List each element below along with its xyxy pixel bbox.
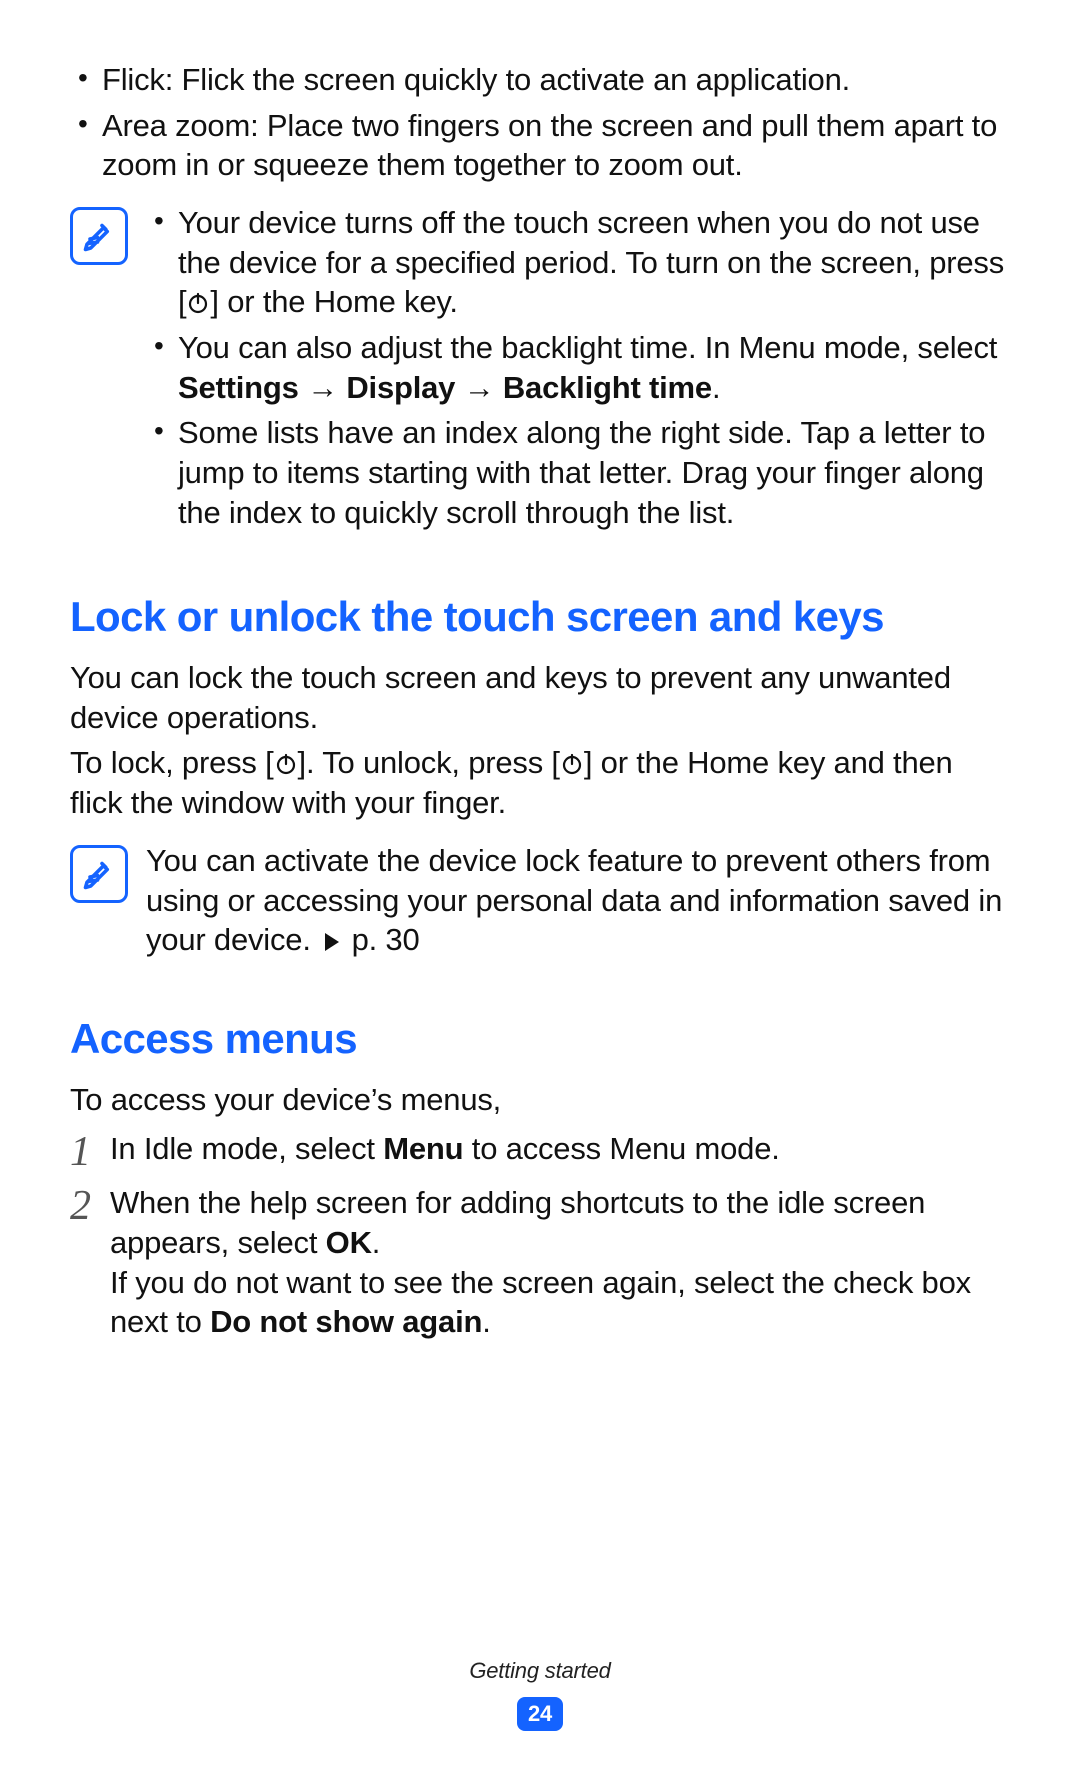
triangle-right-icon (325, 933, 339, 951)
power-icon (274, 752, 298, 776)
note-block: You can activate the device lock feature… (70, 841, 1010, 960)
lock-paragraph: You can lock the touch screen and keys t… (70, 658, 1010, 737)
note-bullet: Some lists have an index along the right… (178, 413, 1010, 532)
note-text: ] or the Home key. (210, 284, 457, 319)
settings-label: Settings (178, 370, 299, 405)
note-text: You can activate the device lock feature… (146, 841, 1010, 960)
step-body: When the help screen for adding shortcut… (110, 1183, 1010, 1342)
step-text: . (372, 1225, 380, 1260)
step-text: . (482, 1304, 490, 1339)
intro-bullet: Flick: Flick the screen quickly to activ… (102, 60, 1010, 100)
step-text: In Idle mode, select (110, 1131, 383, 1166)
access-intro: To access your device’s menus, (70, 1080, 1010, 1120)
note-bullet: Your device turns off the touch screen w… (178, 203, 1010, 322)
page-footer: Getting started 24 (0, 1657, 1080, 1731)
lock-text: To lock, press [ (70, 745, 274, 780)
intro-bullet-list: Flick: Flick the screen quickly to activ… (70, 60, 1010, 185)
note-bullet: You can also adjust the backlight time. … (178, 328, 1010, 407)
ok-label: OK (326, 1225, 372, 1260)
access-heading: Access menus (70, 1012, 1010, 1066)
backlight-label: Backlight time (503, 370, 712, 405)
page-number-badge: 24 (517, 1697, 563, 1731)
page-ref: p. 30 (343, 922, 419, 957)
note-text: You can also adjust the backlight time. … (178, 330, 997, 365)
steps-list: 1 In Idle mode, select Menu to access Me… (70, 1129, 1010, 1342)
arrow-right-icon: → (455, 370, 503, 405)
display-label: Display (346, 370, 455, 405)
step: 1 In Idle mode, select Menu to access Me… (70, 1129, 1010, 1173)
arrow-right-icon: → (299, 370, 347, 405)
power-icon (186, 291, 210, 315)
do-not-show-label: Do not show again (210, 1304, 482, 1339)
note-bullet-list: Your device turns off the touch screen w… (146, 203, 1010, 532)
power-icon (560, 752, 584, 776)
footer-section-label: Getting started (0, 1657, 1080, 1685)
lock-heading: Lock or unlock the touch screen and keys (70, 590, 1010, 644)
step-number: 2 (70, 1183, 110, 1342)
note-block: Your device turns off the touch screen w… (70, 203, 1010, 538)
intro-bullet: Area zoom: Place two fingers on the scre… (102, 106, 1010, 185)
step: 2 When the help screen for adding shortc… (70, 1183, 1010, 1342)
step-number: 1 (70, 1129, 110, 1173)
step-text: When the help screen for adding shortcut… (110, 1185, 925, 1260)
note-text-span: You can activate the device lock feature… (146, 843, 1002, 957)
note-text: . (712, 370, 720, 405)
lock-text: ]. To unlock, press [ (298, 745, 560, 780)
step-body: In Idle mode, select Menu to access Menu… (110, 1129, 1010, 1173)
note-pencil-icon (70, 845, 128, 903)
menu-label: Menu (383, 1131, 463, 1166)
note-pencil-icon (70, 207, 128, 265)
lock-paragraph: To lock, press []. To unlock, press [] o… (70, 743, 1010, 822)
step-text: to access Menu mode. (463, 1131, 779, 1166)
